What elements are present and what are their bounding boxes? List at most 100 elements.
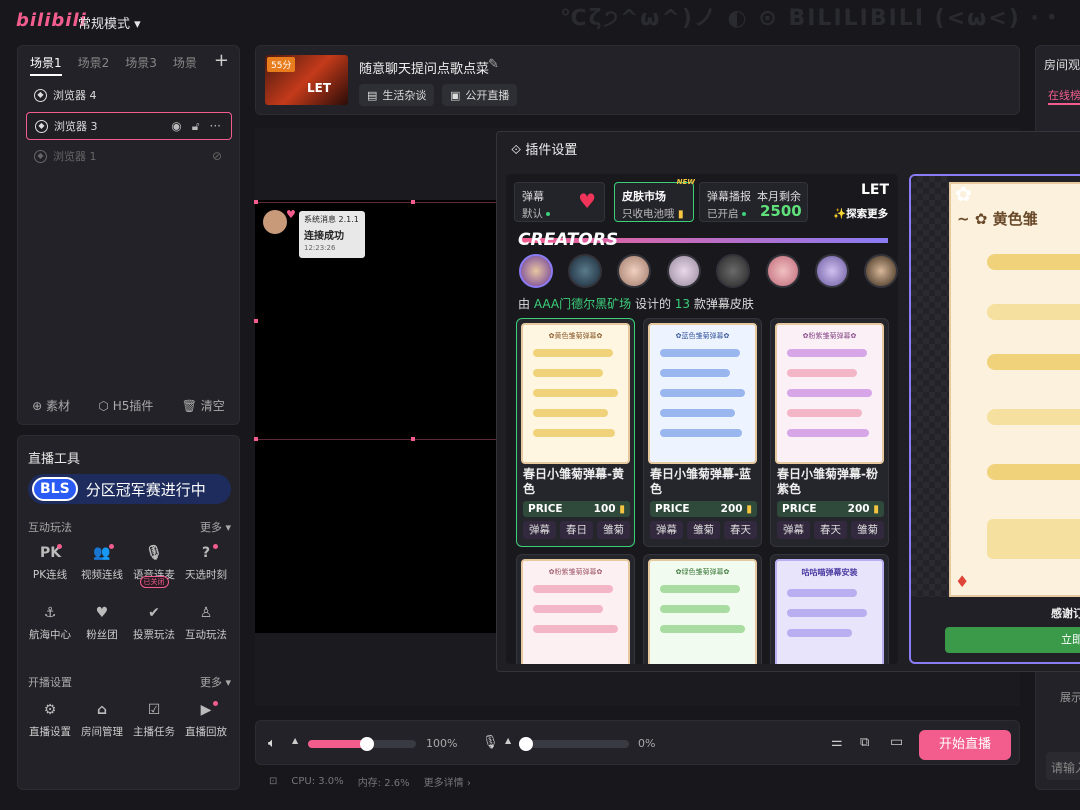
tab-online-rank[interactable]: 在线榜 <box>1048 87 1080 105</box>
room-title: 随意聊天提问点歌点菜 <box>359 62 490 77</box>
mic-slider[interactable] <box>519 737 629 751</box>
resize-handle[interactable] <box>254 437 258 441</box>
plugin-icon: ⟐ <box>511 143 522 158</box>
caret-up-icon[interactable]: ▲ <box>292 736 298 745</box>
volume-slider[interactable] <box>308 737 416 751</box>
toast-message: 连接成功 <box>304 231 344 242</box>
source-browser-3[interactable]: ◆ 浏览器 3 ◉ 🔓︎ ··· <box>26 112 232 140</box>
new-badge: NEW <box>676 178 695 186</box>
volume-fill <box>308 740 368 748</box>
chat-input[interactable]: 请输入 <box>1046 752 1080 780</box>
skin-market-switch[interactable]: 皮肤市场 只收电池哦 ▮ NEW <box>614 178 695 222</box>
settings-more-button[interactable]: 更多 ▾ <box>200 674 231 690</box>
tool-label: 主播任务 <box>133 726 175 738</box>
tab-scene-1[interactable]: 场景1 <box>30 54 62 76</box>
skin-thumbnail: ✿蓝色雏菊弹幕✿ <box>648 323 757 464</box>
add-material-button[interactable]: ⊕ 素材 <box>32 397 70 414</box>
edit-icon[interactable]: ✎ <box>488 57 499 72</box>
h5-plugin-button[interactable]: ⬡ H5插件 <box>98 397 153 414</box>
price-label: PRICE <box>782 503 817 515</box>
skin-card[interactable]: 咕咕喵弹幕安装 <box>770 554 889 664</box>
preview-action-button[interactable]: 立即 <box>945 627 1080 653</box>
creator-avatar[interactable] <box>519 254 553 288</box>
tool-pk[interactable]: PK PK连线 <box>24 544 76 604</box>
price-value: 200 <box>720 503 743 515</box>
skin-card[interactable]: ✿黄色雏菊弹幕✿ 春日小雏菊弹幕-黄色 PRICE 100 ▮ 弹幕 春日 雏菊 <box>516 318 635 547</box>
source-browser-1[interactable]: ◆ 浏览器 1 ⊘ <box>26 142 232 170</box>
tab-scene-2[interactable]: 场景2 <box>78 54 110 76</box>
speaker-icon[interactable]: 🔈︎ <box>268 736 276 751</box>
thumbnail-title: ✿粉紫雏菊弹幕✿ <box>548 568 603 576</box>
lock-icon[interactable]: 🔓︎ <box>192 119 200 134</box>
creator-avatar[interactable] <box>716 254 750 288</box>
bls-logo: BLS <box>32 477 78 501</box>
creator-avatar[interactable] <box>667 254 701 288</box>
price-value: 200 <box>847 503 870 515</box>
tool-replay[interactable]: ▶ 直播回放 <box>180 701 232 761</box>
skin-thumbnail: ✿粉紫雏菊弹幕✿ <box>521 559 630 664</box>
interactive-more-button[interactable]: 更多 ▾ <box>200 519 231 535</box>
skin-count: 13 <box>674 297 691 311</box>
tool-fan-club[interactable]: ♥ 粉丝团 <box>76 604 128 664</box>
resize-handle[interactable] <box>411 200 415 204</box>
thumbnail-title: 咕咕喵弹幕安装 <box>801 568 858 577</box>
skin-card[interactable]: ✿粉紫雏菊弹幕✿ 春日小雏菊弹幕-粉紫色 PRICE 200 ▮ 弹幕 春天 雏菊 <box>770 318 889 547</box>
flower-icon: ✿ <box>955 182 972 206</box>
caret-up-icon[interactable]: ▲ <box>505 736 511 745</box>
bls-banner[interactable]: BLS 分区冠军赛进行中 <box>28 474 231 504</box>
skin-card[interactable]: ✿绿色雏菊弹幕✿ <box>643 554 762 664</box>
tab-scene-4[interactable]: 场景 <box>173 54 197 76</box>
bls-banner-text: 分区冠军赛进行中 <box>85 480 206 499</box>
mode-selector[interactable]: 常规模式 ▾ <box>78 13 141 32</box>
eye-hidden-icon[interactable]: ⊘ <box>212 149 222 163</box>
creator-avatar[interactable] <box>617 254 651 288</box>
category-chip[interactable]: ▤ 生活杂谈 <box>359 84 435 106</box>
resize-handle[interactable] <box>254 319 258 323</box>
creator-avatar[interactable] <box>864 254 898 288</box>
resize-handle[interactable] <box>411 437 415 441</box>
clear-button[interactable]: 🗑 清空 <box>182 397 225 414</box>
tool-lucky-draw[interactable]: ? 天选时刻 <box>180 544 232 604</box>
more-icon[interactable]: ··· <box>210 119 221 134</box>
chip-label: 公开直播 <box>465 89 510 102</box>
resize-handle[interactable] <box>254 200 258 204</box>
danmaku-switch[interactable]: 弹幕 默认 ♥ <box>514 182 605 222</box>
explore-more-link[interactable]: ✨探索更多 <box>833 206 888 221</box>
public-icon: ▣ <box>450 88 461 102</box>
preview-thanks: 感谢订 <box>1051 607 1080 620</box>
scene-preview[interactable] <box>255 200 503 633</box>
mixer-icon[interactable]: ⚌ <box>831 735 843 750</box>
volume-knob[interactable] <box>360 737 375 751</box>
add-scene-button[interactable]: + <box>214 50 229 71</box>
settings-header: 开播设置 更多 ▾ <box>28 674 231 690</box>
eye-icon[interactable]: ◉ <box>171 119 181 134</box>
skin-card[interactable]: ✿蓝色雏菊弹幕✿ 春日小雏菊弹幕-蓝色 PRICE 200 ▮ 弹幕 雏菊 春天 <box>643 318 762 547</box>
creator-avatar[interactable] <box>815 254 849 288</box>
mic-muted-icon[interactable]: 🎙︎ <box>482 735 499 750</box>
mic-knob[interactable] <box>519 737 533 751</box>
tab-scene-3[interactable]: 场景3 <box>125 54 157 76</box>
more-details-link[interactable]: 更多详情 › <box>424 774 471 789</box>
creator-avatar[interactable] <box>568 254 602 288</box>
tool-streamer-task[interactable]: ☑ 主播任务 <box>128 701 180 761</box>
tool-room-manage[interactable]: ⌂ 房间管理 <box>76 701 128 761</box>
screen-share-icon[interactable]: ⧉ <box>860 735 869 750</box>
tool-voice-link[interactable]: 🎙 语音连麦 已关闭 <box>128 544 180 604</box>
start-live-button[interactable]: 开始直播 <box>919 730 1011 760</box>
skin-card[interactable]: ✿粉紫雏菊弹幕✿ <box>516 554 635 664</box>
source-browser-4[interactable]: ◆ 浏览器 4 <box>26 81 232 109</box>
creator-avatar[interactable] <box>766 254 800 288</box>
tool-interactive-play[interactable]: ♙ 互动玩法 <box>180 604 232 664</box>
cpu-usage: CPU: 3.0% <box>291 775 344 787</box>
visibility-chip[interactable]: ▣ 公开直播 <box>442 84 518 106</box>
room-cover[interactable]: 55分 LET <box>265 55 348 105</box>
designer-name[interactable]: AAA门德尔黑矿场 <box>534 297 631 311</box>
tool-vote[interactable]: ✔ 投票玩法 <box>128 604 180 664</box>
danmaku-broadcast-switch[interactable]: 弹幕播报 已开启 本月剩余 2500 <box>699 182 808 222</box>
tool-video-link[interactable]: 👥 视频连线 <box>76 544 128 604</box>
tool-live-settings[interactable]: ⚙ 直播设置 <box>24 701 76 761</box>
tool-voyage[interactable]: ⚓ 航海中心 <box>24 604 76 664</box>
price-value: 100 <box>593 503 616 515</box>
switch-status: 已开启 <box>707 208 739 220</box>
camera-icon[interactable]: ▭ <box>890 734 903 750</box>
